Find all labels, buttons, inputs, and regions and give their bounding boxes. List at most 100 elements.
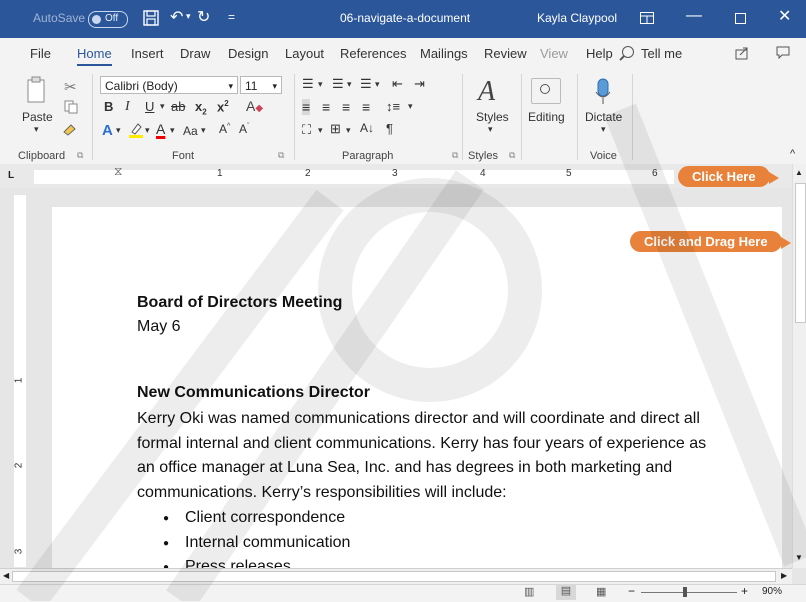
- heading-new-director[interactable]: New Communications Director: [137, 384, 370, 402]
- ribbon-display-icon[interactable]: [640, 12, 654, 24]
- zoom-slider-track[interactable]: [641, 592, 737, 593]
- zoom-slider-thumb[interactable]: [683, 587, 687, 597]
- align-left-icon[interactable]: ≡: [302, 99, 311, 115]
- font-size-box[interactable]: 11 ▾: [240, 76, 282, 94]
- highlight-icon[interactable]: [128, 122, 144, 138]
- editing-icon-box[interactable]: [531, 78, 561, 104]
- bullet-item[interactable]: Internal communication: [163, 534, 350, 552]
- highlight-dropdown-icon[interactable]: ▾: [145, 125, 150, 136]
- grow-font-icon[interactable]: A^: [219, 122, 230, 136]
- show-hide-icon[interactable]: ¶: [386, 121, 393, 136]
- print-layout-icon[interactable]: ▤: [556, 584, 576, 600]
- text-effects-icon[interactable]: A: [102, 122, 113, 139]
- font-launcher-icon[interactable]: ⧉: [278, 150, 284, 161]
- copy-icon[interactable]: [64, 100, 78, 114]
- tab-selector-icon[interactable]: L: [8, 170, 14, 181]
- paragraph-line[interactable]: formal internal and client communication…: [137, 435, 706, 453]
- line-spacing-icon[interactable]: ↕≡: [386, 99, 400, 114]
- meeting-date[interactable]: May 6: [137, 318, 181, 336]
- multilevel-dropdown-icon[interactable]: ▾: [375, 79, 380, 90]
- tab-help[interactable]: Help: [586, 46, 613, 61]
- align-right-icon[interactable]: ≡: [342, 99, 350, 115]
- autosave-toggle[interactable]: Off: [88, 11, 128, 28]
- justify-icon[interactable]: ≡: [362, 99, 370, 115]
- multilevel-list-icon[interactable]: ☰: [360, 76, 372, 92]
- microphone-icon[interactable]: [594, 78, 612, 106]
- minimize-icon[interactable]: —: [686, 7, 702, 25]
- scroll-left-arrow-icon[interactable]: ◀: [3, 571, 9, 580]
- shrink-font-icon[interactable]: Aˇ: [239, 122, 249, 136]
- shading-dropdown-icon[interactable]: ▾: [318, 125, 323, 136]
- format-painter-icon[interactable]: [62, 122, 78, 136]
- paragraph-line[interactable]: Kerry Oki was named communications direc…: [137, 410, 700, 428]
- bullet-item[interactable]: Press releases: [163, 558, 291, 568]
- clipboard-paste-icon[interactable]: [26, 76, 48, 104]
- web-layout-icon[interactable]: ▦: [596, 585, 606, 598]
- decrease-indent-icon[interactable]: ⇤: [392, 76, 403, 92]
- comments-icon[interactable]: [776, 46, 790, 59]
- zoom-level[interactable]: 90%: [762, 586, 782, 597]
- save-icon[interactable]: [143, 10, 159, 26]
- dictate-button-label[interactable]: Dictate: [585, 110, 622, 124]
- tab-insert[interactable]: Insert: [131, 46, 164, 61]
- tab-view[interactable]: View: [540, 46, 568, 61]
- search-icon[interactable]: [622, 46, 634, 58]
- styles-button-label[interactable]: Styles: [476, 110, 509, 124]
- undo-dropdown-icon[interactable]: ▾: [186, 11, 191, 22]
- change-case-label[interactable]: Aa: [183, 124, 198, 138]
- paragraph-line[interactable]: communications. Kerry’s responsibilities…: [137, 484, 507, 502]
- tab-review[interactable]: Review: [484, 46, 527, 61]
- zoom-out-icon[interactable]: −: [628, 584, 635, 598]
- scroll-up-arrow-icon[interactable]: ▲: [795, 168, 803, 177]
- change-case-dropdown-icon[interactable]: ▾: [201, 125, 206, 136]
- italic-icon[interactable]: I: [125, 99, 130, 115]
- shading-icon[interactable]: ⛶: [302, 122, 311, 138]
- maximize-icon[interactable]: [735, 13, 746, 24]
- numbering-icon[interactable]: ☰: [332, 76, 344, 92]
- subscript-icon[interactable]: x2: [195, 99, 207, 117]
- editing-button-label[interactable]: Editing: [528, 110, 565, 124]
- undo-icon[interactable]: ↶: [170, 7, 183, 27]
- user-name[interactable]: Kayla Claypool: [537, 11, 617, 25]
- cut-icon[interactable]: ✂: [64, 78, 77, 96]
- font-color-dropdown-icon[interactable]: ▾: [170, 125, 175, 136]
- paste-button-label[interactable]: Paste: [22, 110, 53, 124]
- tab-file[interactable]: File: [30, 46, 51, 61]
- redo-icon[interactable]: ↻: [197, 7, 210, 27]
- styles-dropdown-icon[interactable]: ▾: [488, 124, 493, 135]
- font-color-icon[interactable]: A: [156, 121, 165, 137]
- tab-layout[interactable]: Layout: [285, 46, 324, 61]
- paragraph-line[interactable]: an office manager at Luna Sea, Inc. and …: [137, 459, 672, 477]
- underline-icon[interactable]: U: [145, 99, 154, 114]
- share-icon[interactable]: [735, 46, 749, 60]
- font-size-dropdown-icon[interactable]: ▾: [272, 77, 277, 95]
- clear-formatting-icon[interactable]: A◆: [246, 98, 263, 114]
- tab-design[interactable]: Design: [228, 46, 268, 61]
- paste-dropdown-icon[interactable]: ▾: [34, 124, 39, 135]
- read-mode-icon[interactable]: ▥: [524, 585, 534, 598]
- styles-launcher-icon[interactable]: ⧉: [509, 150, 515, 161]
- underline-dropdown-icon[interactable]: ▾: [160, 101, 165, 112]
- bold-icon[interactable]: B: [104, 99, 113, 114]
- tab-draw[interactable]: Draw: [180, 46, 210, 61]
- customize-qat-icon[interactable]: =: [228, 10, 235, 24]
- scroll-right-arrow-icon[interactable]: ▶: [781, 571, 787, 580]
- tab-home[interactable]: Home: [77, 46, 112, 66]
- vertical-scroll-thumb[interactable]: [795, 183, 806, 323]
- increase-indent-icon[interactable]: ⇥: [414, 76, 425, 92]
- bullet-item[interactable]: Client correspondence: [163, 509, 345, 527]
- paragraph-launcher-icon[interactable]: ⧉: [452, 150, 458, 161]
- sort-icon[interactable]: A↓: [360, 121, 374, 135]
- heading-board-meeting[interactable]: Board of Directors Meeting: [137, 294, 342, 312]
- horizontal-scroll-thumb[interactable]: [12, 571, 776, 582]
- zoom-in-icon[interactable]: +: [741, 584, 748, 598]
- line-spacing-dropdown-icon[interactable]: ▾: [408, 101, 413, 112]
- styles-gallery-icon[interactable]: A: [478, 76, 495, 108]
- font-name-dropdown-icon[interactable]: ▾: [228, 77, 233, 95]
- superscript-icon[interactable]: x2: [217, 99, 229, 114]
- numbering-dropdown-icon[interactable]: ▾: [347, 79, 352, 90]
- strikethrough-icon[interactable]: ab: [171, 99, 185, 114]
- bullets-icon[interactable]: ☰: [302, 76, 314, 92]
- text-effects-dropdown-icon[interactable]: ▾: [116, 125, 121, 136]
- close-icon[interactable]: ✕: [778, 6, 791, 26]
